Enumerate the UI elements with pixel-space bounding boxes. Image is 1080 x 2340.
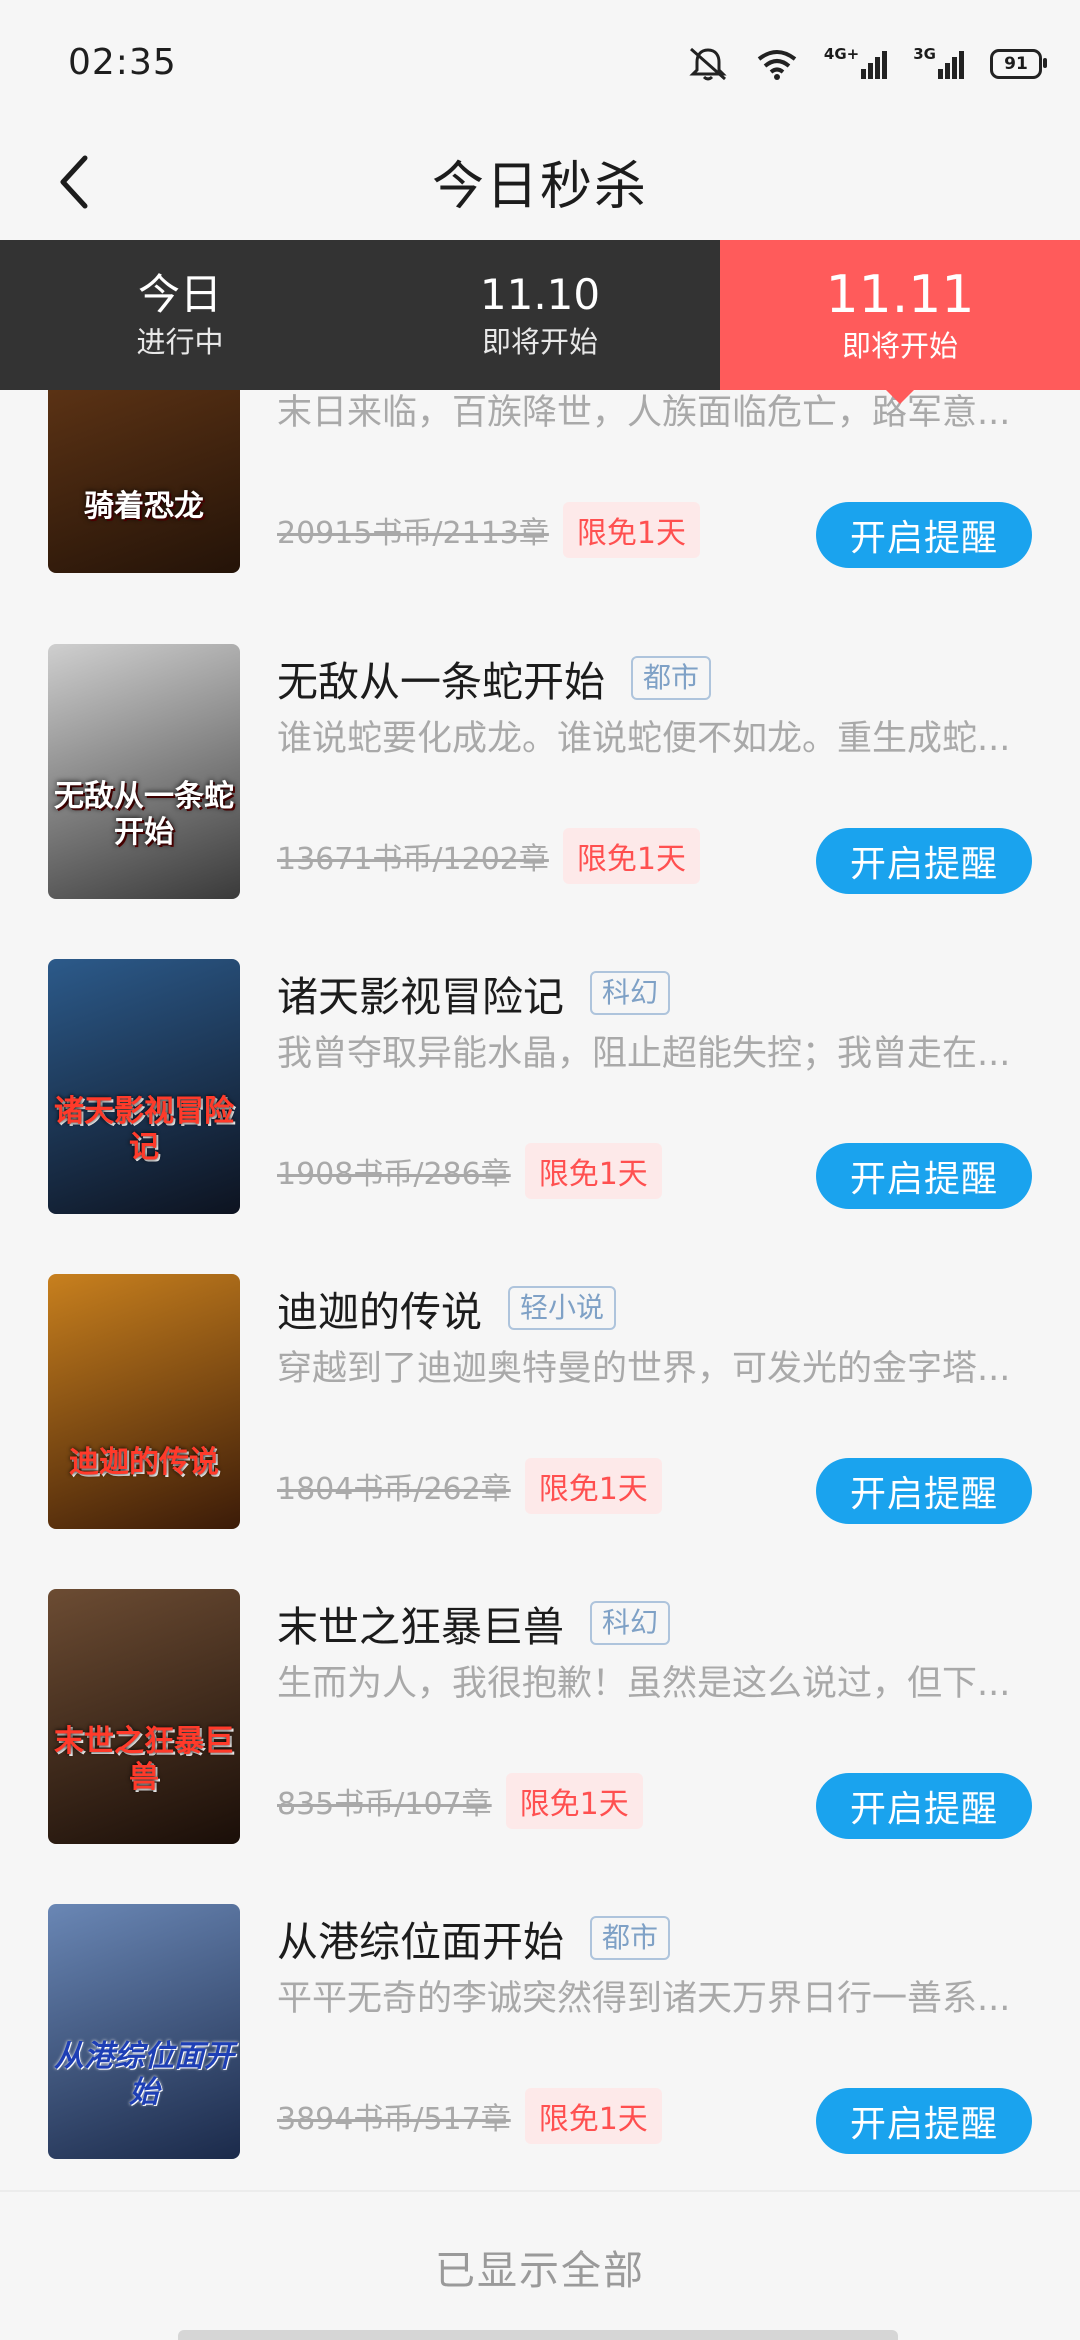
all-loaded-text: 已显示全部 xyxy=(435,2248,645,2294)
cover-title: 诸天影视冒险记 xyxy=(54,1094,234,1165)
tab-label: 11.11 xyxy=(825,265,975,325)
tab-11-11[interactable]: 11.11 即将开始 xyxy=(720,240,1080,404)
book-title-row[interactable]: 无敌从一条蛇开始 都市 xyxy=(277,648,712,708)
price-row: 1908书币/286章 限免1天 xyxy=(277,1143,662,1199)
book-description: 平平无奇的李诚突然得到诸天万界日行一善系... xyxy=(277,1979,1011,2019)
original-price: 3894书币/517章 xyxy=(277,2102,511,2137)
original-price: 20915书币/2113章 xyxy=(277,516,549,551)
book-cover[interactable]: 从港综位面开始 xyxy=(48,1904,240,2159)
free-badge: 限免1天 xyxy=(562,502,700,558)
remind-button[interactable]: 开启提醒 xyxy=(816,828,1032,894)
price-row: 20915书币/2113章 限免1天 xyxy=(277,502,700,558)
list-item[interactable]: 无敌从一条蛇开始 无敌从一条蛇开始 都市 谁说蛇要化成龙。谁说蛇便不如龙。重生成… xyxy=(0,644,1080,904)
book-cover[interactable]: 骑着恐龙 xyxy=(48,390,240,573)
remind-button[interactable]: 开启提醒 xyxy=(816,1773,1032,1839)
battery-level: 91 xyxy=(1004,54,1028,74)
cover-title: 骑着恐龙 xyxy=(84,489,204,524)
book-cover[interactable]: 诸天影视冒险记 xyxy=(48,959,240,1214)
tab-sublabel: 即将开始 xyxy=(481,325,598,359)
free-badge: 限免1天 xyxy=(524,1458,662,1514)
network-3g-label: 3G xyxy=(913,45,936,63)
book-description: 穿越到了迪迦奥特曼的世界，可发光的金字塔... xyxy=(277,1349,1011,1389)
status-bar: 02:35 4G+ 3G 91 xyxy=(0,0,1080,130)
list-item[interactable]: 骑着恐龙 末日来临，百族降世，人族面临危亡，路军意... 20915书币/211… xyxy=(0,390,1080,578)
book-title: 末世之狂暴巨兽 xyxy=(277,1603,564,1651)
remind-button[interactable]: 开启提醒 xyxy=(816,1458,1032,1524)
genre-tag: 科幻 xyxy=(590,971,671,1015)
cover-title: 迪迦的传说 xyxy=(69,1445,219,1480)
cover-title: 末世之狂暴巨兽 xyxy=(54,1724,234,1795)
free-badge: 限免1天 xyxy=(505,1773,643,1829)
cover-title: 无敌从一条蛇开始 xyxy=(54,779,234,850)
book-title: 诸天影视冒险记 xyxy=(277,973,564,1021)
home-indicator[interactable] xyxy=(178,2330,898,2340)
original-price: 835书币/107章 xyxy=(277,1787,492,1822)
list-footer: 已显示全部 xyxy=(0,2190,1080,2340)
date-tabs: 今日 进行中 11.10 即将开始 11.11 即将开始 xyxy=(0,240,1080,404)
signal-3g-icon: 3G xyxy=(913,45,964,79)
tab-11-10[interactable]: 11.10 即将开始 xyxy=(360,240,720,390)
cover-title: 从港综位面开始 xyxy=(54,2039,234,2110)
book-description: 谁说蛇要化成龙。谁说蛇便不如龙。重生成蛇... xyxy=(277,719,1011,759)
book-cover[interactable]: 无敌从一条蛇开始 xyxy=(48,644,240,899)
book-list[interactable]: 骑着恐龙 末日来临，百族降世，人族面临危亡，路军意... 20915书币/211… xyxy=(0,390,1080,2180)
bell-muted-icon xyxy=(686,46,730,82)
price-row: 1804书币/262章 限免1天 xyxy=(277,1458,662,1514)
network-4g-label: 4G+ xyxy=(823,45,860,63)
book-title: 迪迦的传说 xyxy=(277,1288,482,1336)
book-cover[interactable]: 迪迦的传说 xyxy=(48,1274,240,1529)
app-header: 今日秒杀 xyxy=(0,130,1080,240)
original-price: 13671书币/1202章 xyxy=(277,842,549,877)
book-description: 生而为人，我很抱歉！虽然是这么说过，但下... xyxy=(277,1664,1011,1704)
list-item[interactable]: 迪迦的传说 迪迦的传说 轻小说 穿越到了迪迦奥特曼的世界，可发光的金字塔... … xyxy=(0,1274,1080,1534)
book-description: 我曾夺取异能水晶，阻止超能失控；我曾走在... xyxy=(277,1034,1011,1074)
book-title-row[interactable]: 末世之狂暴巨兽 科幻 xyxy=(277,1593,671,1653)
free-badge: 限免1天 xyxy=(524,2088,662,2144)
book-title-row[interactable]: 迪迦的传说 轻小说 xyxy=(277,1278,617,1338)
book-cover[interactable]: 末世之狂暴巨兽 xyxy=(48,1589,240,1844)
book-title: 从港综位面开始 xyxy=(277,1918,564,1966)
remind-button[interactable]: 开启提醒 xyxy=(816,502,1032,568)
book-title: 无敌从一条蛇开始 xyxy=(277,658,605,706)
wifi-icon xyxy=(756,48,798,80)
book-title-row[interactable]: 从港综位面开始 都市 xyxy=(277,1908,671,1968)
price-row: 3894书币/517章 限免1天 xyxy=(277,2088,662,2144)
page-title: 今日秒杀 xyxy=(431,157,648,217)
list-item[interactable]: 末世之狂暴巨兽 末世之狂暴巨兽 科幻 生而为人，我很抱歉！虽然是这么说过，但下.… xyxy=(0,1589,1080,1849)
book-title-row[interactable]: 诸天影视冒险记 科幻 xyxy=(277,963,671,1023)
price-row: 13671书币/1202章 限免1天 xyxy=(277,828,700,884)
genre-tag: 轻小说 xyxy=(508,1286,617,1330)
original-price: 1908书币/286章 xyxy=(277,1157,511,1192)
remind-button[interactable]: 开启提醒 xyxy=(816,1143,1032,1209)
free-badge: 限免1天 xyxy=(562,828,700,884)
tab-today[interactable]: 今日 进行中 xyxy=(0,240,360,390)
tab-sublabel: 进行中 xyxy=(136,325,224,359)
tab-sublabel: 即将开始 xyxy=(841,329,958,363)
divider xyxy=(0,2190,1080,2192)
genre-tag: 都市 xyxy=(631,656,712,700)
status-icons: 4G+ 3G 91 xyxy=(686,44,1047,84)
price-row: 835书币/107章 限免1天 xyxy=(277,1773,643,1829)
battery-icon: 91 xyxy=(990,49,1047,79)
tab-label: 11.10 xyxy=(479,270,601,319)
original-price: 1804书币/262章 xyxy=(277,1472,511,1507)
list-item[interactable]: 诸天影视冒险记 诸天影视冒险记 科幻 我曾夺取异能水晶，阻止超能失控；我曾走在.… xyxy=(0,959,1080,1219)
genre-tag: 都市 xyxy=(590,1916,671,1960)
list-item[interactable]: 从港综位面开始 从港综位面开始 都市 平平无奇的李诚突然得到诸天万界日行一善系.… xyxy=(0,1904,1080,2164)
status-time: 02:35 xyxy=(68,42,177,83)
signal-4g-icon: 4G+ xyxy=(824,45,888,79)
free-badge: 限免1天 xyxy=(524,1143,662,1199)
tab-label: 今日 xyxy=(137,270,222,319)
genre-tag: 科幻 xyxy=(590,1601,671,1645)
remind-button[interactable]: 开启提醒 xyxy=(816,2088,1032,2154)
